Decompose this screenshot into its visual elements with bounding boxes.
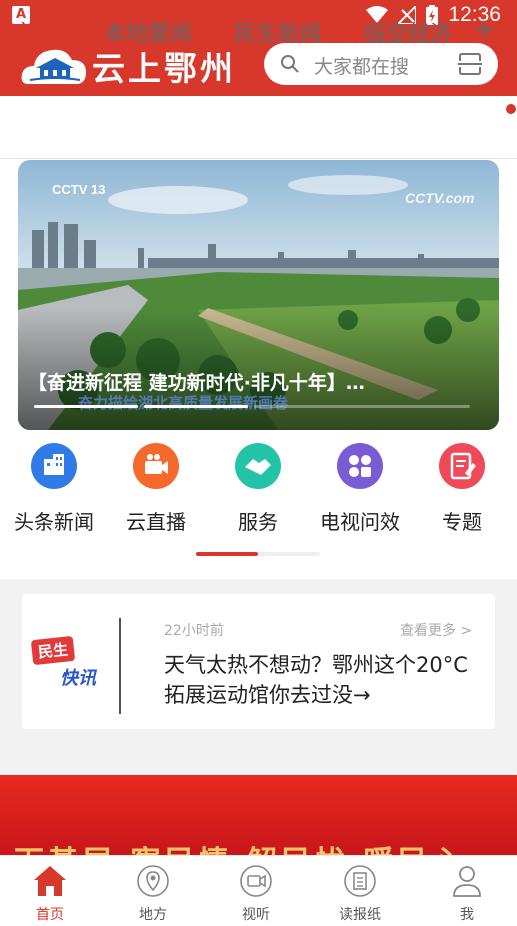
page-indicator-active: [196, 552, 258, 556]
nav-profile[interactable]: 我: [417, 856, 517, 926]
add-tab-button[interactable]: +: [473, 12, 496, 45]
live-video-icon[interactable]: [133, 443, 179, 489]
video-icon: [240, 865, 272, 897]
quick-link-service[interactable]: 服务: [203, 506, 313, 535]
banner-subtitle: 奋力描绘湖北高质量发展新画卷: [78, 394, 289, 412]
tab-airport-economy[interactable]: 临空经济: [364, 16, 452, 48]
notification-dot: [506, 104, 516, 114]
home-icon: [34, 866, 66, 896]
page-indicator: [258, 552, 320, 556]
bottom-nav: 首页 地方 视听 读报纸 我: [0, 855, 517, 926]
search-icon: [281, 55, 299, 73]
location-icon: [137, 865, 169, 897]
carousel-dot: [254, 405, 470, 408]
tv-question-icon[interactable]: [337, 443, 383, 489]
scan-icon[interactable]: [458, 53, 482, 75]
nav-local[interactable]: 地方: [103, 856, 203, 926]
search-placeholder: 大家都在搜: [314, 56, 410, 78]
channel-tabs: [0, 96, 517, 159]
search-bar[interactable]: 大家都在搜: [264, 43, 498, 85]
nav-home[interactable]: 首页: [0, 856, 100, 926]
document-edit-icon[interactable]: [439, 443, 485, 489]
quick-link-headlines[interactable]: 头条新闻: [0, 506, 109, 535]
nav-newspaper[interactable]: 读报纸: [310, 856, 410, 926]
quick-link-live[interactable]: 云直播: [101, 506, 211, 535]
tab-livelihood-news[interactable]: 民生新闻: [234, 16, 322, 48]
tab-local-news[interactable]: 本地要闻: [104, 16, 192, 48]
quick-link-topics[interactable]: 专题: [407, 506, 517, 535]
app-title: 云上鄂州: [92, 49, 236, 88]
logo-bottom-text: 快讯: [60, 668, 96, 689]
promo-text: 下基层 察民情 解民忧 暖民心: [14, 837, 465, 855]
quick-link-tv-inquiry[interactable]: 电视问效: [305, 506, 415, 535]
carousel-dot-active: [34, 405, 138, 408]
news-flash-logo: 民生 快讯: [30, 635, 102, 694]
watermark-right: CCTV.com: [405, 190, 475, 206]
newspaper-icon: [344, 865, 376, 897]
nav-video[interactable]: 视听: [206, 856, 306, 926]
logo-top-text: 民生: [30, 635, 76, 666]
building-icon[interactable]: [31, 443, 77, 489]
card-divider: [119, 618, 121, 714]
profile-icon: [453, 866, 481, 897]
news-title[interactable]: 天气太热不想动？鄂州这个20°C拓展运动馆你去过没→: [164, 650, 484, 710]
see-more-link[interactable]: 查看更多 >: [400, 620, 472, 640]
news-flash-card[interactable]: 民生 快讯 22小时前 查看更多 > 天气太热不想动？鄂州这个20°C拓展运动馆…: [22, 594, 495, 729]
promo-banner[interactable]: 下基层 察民情 解民忧 暖民心: [0, 775, 517, 855]
tab-home[interactable]: 首页: [16, 14, 64, 49]
carousel-dot: [144, 405, 248, 408]
banner-caption: 【奋进新征程 建功新时代·非凡十年】…: [28, 372, 365, 394]
news-time: 22小时前: [164, 623, 224, 639]
watermark-left: CCTV 13: [52, 182, 106, 197]
handshake-icon[interactable]: [235, 443, 281, 489]
